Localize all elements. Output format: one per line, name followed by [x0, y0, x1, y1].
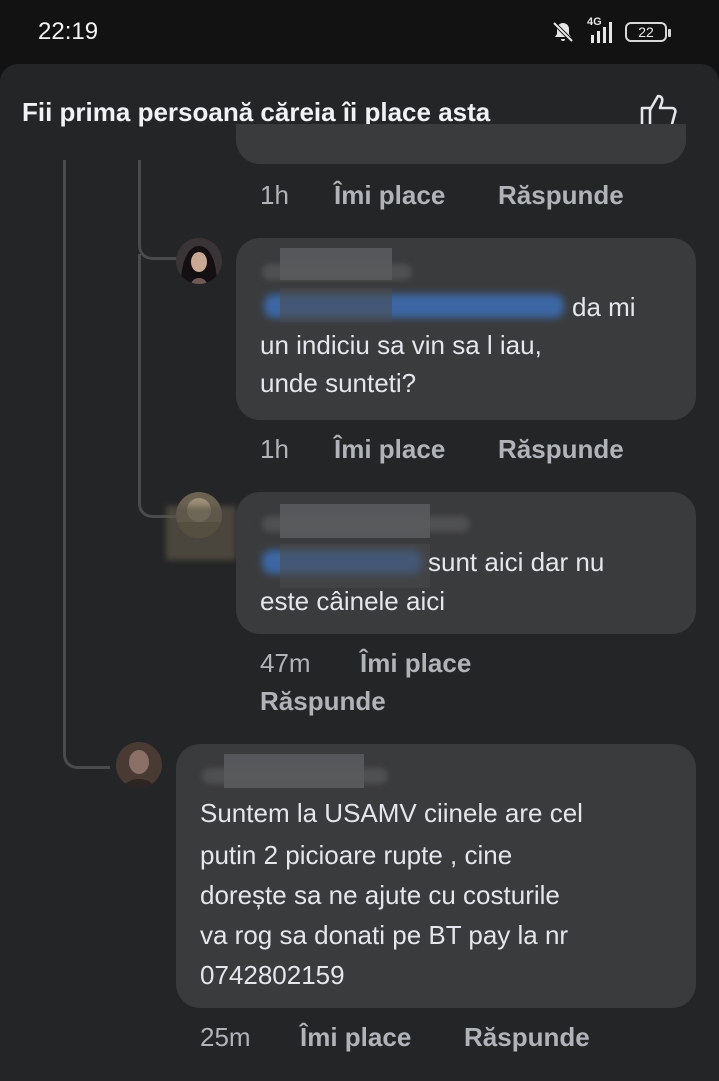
comment-time: 1h [260, 180, 289, 210]
redacted-mention-block [280, 288, 392, 322]
avatar[interactable] [116, 742, 162, 788]
comment-text-line: 0742802159 [200, 960, 345, 990]
notifications-muted-icon [552, 21, 574, 43]
comment-text-line: este câinele aici [260, 586, 445, 616]
like-action[interactable]: Îmi place [334, 180, 445, 211]
comment-time: 47m [260, 648, 311, 678]
signal-icon: 4G [585, 16, 615, 45]
comment-text-line: un indiciu sa vin sa l iau, [260, 330, 542, 360]
comment-text: sunt aici dar nu [428, 547, 605, 577]
comment-text: da mi [572, 292, 636, 322]
comment-text-line: unde sunteti? [260, 368, 417, 398]
comments-sheet: Fii prima persoană căreia îi place asta … [0, 64, 719, 1081]
comment-text-line: va rog sa donati pe BT pay la nr [200, 920, 569, 950]
status-icons: 4G 22 [551, 16, 671, 46]
redacted-author-name-block [280, 504, 430, 538]
thread-line-inner-2 [138, 254, 179, 518]
comment-text-line: dorește sa ne ajute cu costurile [200, 880, 560, 910]
comment-text-line: Suntem la USAMV ciinele are cel [200, 798, 583, 828]
redacted-author-name-block [224, 754, 364, 788]
battery-level: 22 [638, 24, 654, 40]
battery-icon: 22 [625, 22, 671, 42]
like-action[interactable]: Îmi place [360, 648, 471, 679]
comment-meta: 1h [260, 180, 289, 211]
comment-text-line: putin 2 picioare rupte , cine [200, 840, 513, 870]
comment-time: 25m [200, 1022, 251, 1052]
comment-time: 1h [260, 434, 289, 464]
reply-action[interactable]: Răspunde [498, 180, 624, 211]
thread-line-inner-1 [138, 160, 179, 260]
previous-comment-bubble [236, 124, 686, 164]
redacted-author-name-block [280, 248, 392, 280]
status-time: 22:19 [38, 18, 99, 45]
avatar[interactable] [176, 238, 222, 284]
like-action[interactable]: Îmi place [334, 434, 445, 465]
reply-action[interactable]: Răspunde [260, 686, 386, 717]
redacted-avatar-block [166, 506, 236, 560]
reply-action[interactable]: Răspunde [464, 1022, 590, 1053]
thread-line-outer [63, 160, 110, 769]
status-bar: 22:19 4G 22 [0, 0, 719, 64]
like-action[interactable]: Îmi place [300, 1022, 411, 1053]
reply-action[interactable]: Răspunde [498, 434, 624, 465]
